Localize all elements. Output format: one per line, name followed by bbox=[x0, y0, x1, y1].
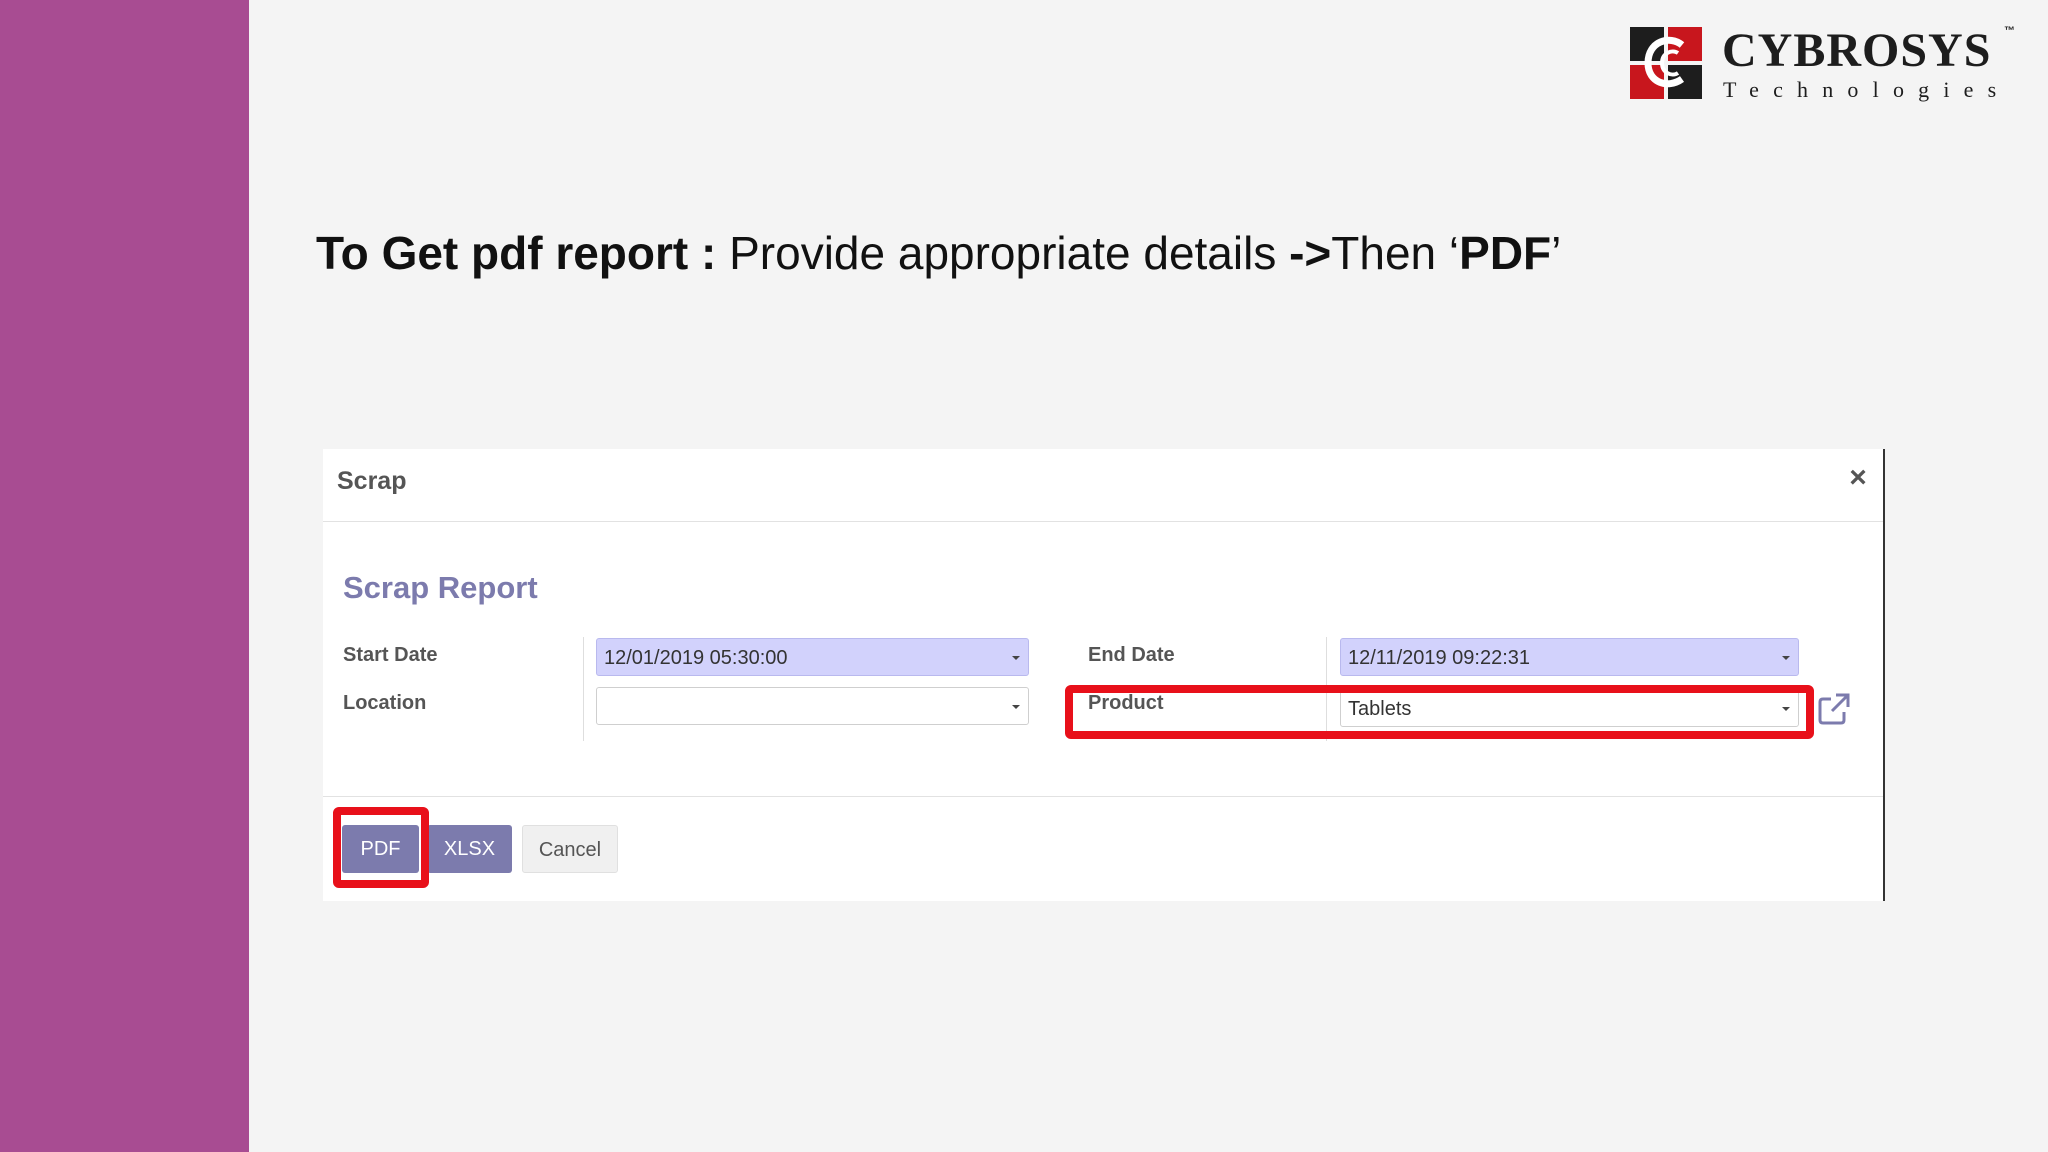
location-field[interactable] bbox=[596, 687, 1029, 725]
heading-then: Then ‘ bbox=[1331, 227, 1460, 279]
caret-down-icon bbox=[1012, 705, 1020, 709]
caret-down-icon bbox=[1782, 707, 1790, 711]
logo-trademark: ™ bbox=[2004, 25, 2015, 37]
cybrosys-logo: CYBROSYS ™ Technologies bbox=[1630, 24, 2030, 107]
caret-down-icon bbox=[1012, 656, 1020, 660]
product-label: Product bbox=[1088, 692, 1164, 714]
cancel-button[interactable]: Cancel bbox=[522, 825, 618, 873]
location-label: Location bbox=[343, 692, 427, 714]
column-divider bbox=[1326, 637, 1327, 741]
product-field[interactable]: Tablets bbox=[1340, 689, 1799, 727]
heading-arrow: -> bbox=[1289, 227, 1332, 279]
end-date-field[interactable]: 12/11/2019 09:22:31 bbox=[1340, 638, 1799, 676]
report-title: Scrap Report bbox=[343, 570, 538, 605]
end-date-label: End Date bbox=[1088, 644, 1175, 666]
dialog-title: Scrap bbox=[337, 467, 407, 495]
end-date-value: 12/11/2019 09:22:31 bbox=[1348, 647, 1531, 669]
side-accent-bar bbox=[0, 0, 249, 1152]
product-value: Tablets bbox=[1348, 698, 1412, 720]
footer-divider bbox=[323, 796, 1883, 797]
close-icon[interactable]: × bbox=[1843, 463, 1873, 493]
caret-down-icon bbox=[1782, 656, 1790, 660]
start-date-label: Start Date bbox=[343, 644, 438, 666]
heading-normal: Provide appropriate details bbox=[716, 227, 1290, 279]
heading-close-quote: ’ bbox=[1551, 227, 1562, 279]
slide-heading: To Get pdf report : Provide appropriate … bbox=[316, 226, 1561, 280]
scrap-dialog: Scrap × Scrap Report Start Date Location… bbox=[323, 449, 1885, 901]
start-date-value: 12/01/2019 05:30:00 bbox=[604, 647, 788, 669]
cybrosys-logo-mark-icon bbox=[1630, 27, 1702, 99]
pdf-button[interactable]: PDF bbox=[342, 825, 419, 873]
external-link-icon[interactable] bbox=[1817, 692, 1851, 726]
heading-pdf: PDF bbox=[1459, 227, 1552, 279]
dialog-header: Scrap × bbox=[323, 449, 1883, 522]
logo-subtitle: Technologies bbox=[1723, 77, 2011, 102]
column-divider bbox=[583, 637, 584, 741]
logo-name: CYBROSYS bbox=[1722, 24, 1992, 77]
xlsx-button[interactable]: XLSX bbox=[427, 825, 512, 873]
heading-bold: To Get pdf report : bbox=[316, 227, 717, 279]
start-date-field[interactable]: 12/01/2019 05:30:00 bbox=[596, 638, 1029, 676]
